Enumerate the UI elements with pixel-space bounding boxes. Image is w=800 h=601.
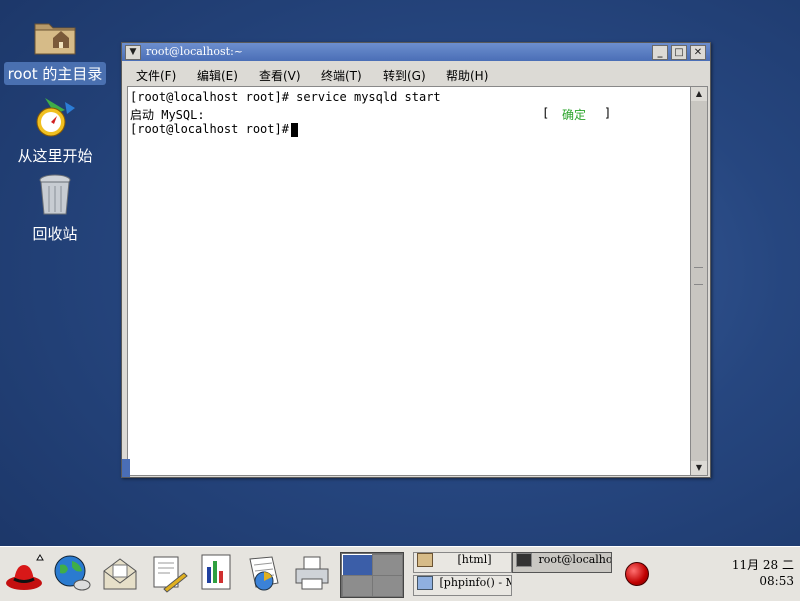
trash-icon xyxy=(31,172,79,220)
menu-help[interactable]: 帮助(H) xyxy=(446,67,488,84)
menu-file[interactable]: 文件(F) xyxy=(136,67,176,84)
workspace-2[interactable] xyxy=(372,554,403,576)
clock-time: 08:53 xyxy=(759,574,794,588)
menu-bar: 文件(F) 编辑(E) 查看(V) 终端(T) 转到(G) 帮助(H) xyxy=(122,62,710,86)
workspace-4[interactable] xyxy=(372,575,403,597)
terminal-line: 启动 MySQL: xyxy=(130,108,205,122)
desktop-icon-label: 回收站 xyxy=(32,225,78,243)
terminal-icon xyxy=(516,553,532,567)
printer-icon[interactable] xyxy=(292,553,332,593)
maximize-button[interactable]: □ xyxy=(671,45,687,60)
desktop-icon-home[interactable]: root 的主目录 xyxy=(3,12,107,85)
browser-window-icon xyxy=(417,576,433,590)
bottom-panel: [html] root@localhost:~ [phpinfo() - M 1… xyxy=(0,546,800,601)
workspace-switcher[interactable] xyxy=(340,552,404,598)
title-bar[interactable]: ▼ root@localhost:~ _ □ ✕ xyxy=(122,43,710,61)
email-icon[interactable] xyxy=(100,553,140,593)
redhat-menu-icon[interactable] xyxy=(4,553,44,593)
task-label: [html] xyxy=(457,553,492,566)
terminal-line: [root@localhost root]# xyxy=(130,122,297,136)
desktop-icon-label: root 的主目录 xyxy=(3,62,107,85)
task-label: root@localhost:~ xyxy=(538,553,612,566)
task-button-phpinfo[interactable]: [phpinfo() - M xyxy=(413,575,512,596)
close-button[interactable]: ✕ xyxy=(690,45,706,60)
window-menu-button[interactable]: ▼ xyxy=(125,45,141,60)
folder-icon xyxy=(417,553,433,567)
minimize-button[interactable]: _ xyxy=(652,45,668,60)
clock-date: 11月 28 二 xyxy=(731,558,794,572)
menu-go[interactable]: 转到(G) xyxy=(383,67,426,84)
menu-terminal[interactable]: 终端(T) xyxy=(321,67,362,84)
terminal-window[interactable]: ▼ root@localhost:~ _ □ ✕ 文件(F) 编辑(E) 查看(… xyxy=(121,42,711,478)
home-folder-icon xyxy=(31,12,79,60)
scroll-grip-icon[interactable] xyxy=(694,267,703,285)
clock[interactable]: 11月 28 二 08:53 xyxy=(732,557,794,589)
desktop-icon-start-here[interactable]: 从这里开始 xyxy=(3,94,107,167)
status-open-bracket: [ xyxy=(542,106,550,120)
task-button-terminal[interactable]: root@localhost:~ xyxy=(512,552,612,573)
scroll-down-arrow-icon[interactable]: ▼ xyxy=(691,461,707,475)
scroll-up-arrow-icon[interactable]: ▲ xyxy=(691,87,707,101)
web-browser-icon[interactable] xyxy=(52,553,92,593)
status-close-bracket: ] xyxy=(604,106,612,120)
desktop-icon-label: 从这里开始 xyxy=(17,147,93,165)
workspace-1[interactable] xyxy=(342,554,373,576)
presentation-icon[interactable] xyxy=(196,553,236,593)
status-red-icon[interactable] xyxy=(625,562,649,586)
task-label: [phpinfo() - M xyxy=(439,576,512,589)
menu-edit[interactable]: 编辑(E) xyxy=(197,67,238,84)
spreadsheet-icon[interactable] xyxy=(244,553,284,593)
terminal-area[interactable]: [root@localhost root]# service mysqld st… xyxy=(127,86,691,476)
task-button-html[interactable]: [html] xyxy=(413,552,512,573)
menu-view[interactable]: 查看(V) xyxy=(259,67,301,84)
workspace-3[interactable] xyxy=(342,575,373,597)
status-ok: 确定 xyxy=(562,108,587,122)
desktop-icon-trash[interactable]: 回收站 xyxy=(3,172,107,245)
window-title: root@localhost:~ xyxy=(146,45,243,58)
window-corner xyxy=(122,459,130,477)
vertical-scrollbar[interactable]: ▲ ▼ xyxy=(690,86,708,476)
writer-icon[interactable] xyxy=(148,553,188,593)
start-here-icon xyxy=(31,94,79,142)
terminal-line: [root@localhost root]# service mysqld st… xyxy=(130,90,441,104)
text-cursor xyxy=(291,123,298,137)
